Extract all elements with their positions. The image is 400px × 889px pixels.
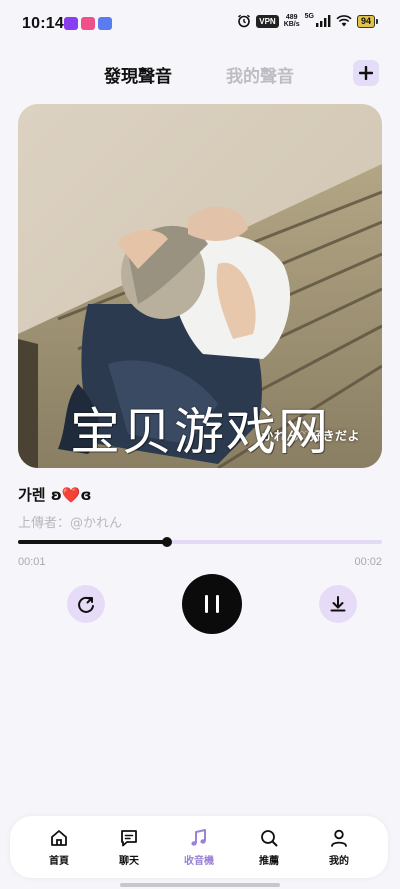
alarm-icon [238,14,251,28]
progress-bar[interactable] [18,537,382,547]
app-notification-icon [81,17,95,30]
track-title: 가렌 ʚ❤️ɞ [18,486,92,504]
replay-icon [78,596,94,613]
app-notification-icon [64,17,78,30]
replay-button[interactable] [67,585,105,623]
chat-icon [121,829,137,846]
download-icon [330,596,346,612]
uploader-label[interactable]: 上傳者：@かれん [18,512,122,531]
plus-icon [359,66,373,80]
total-time: 00:02 [354,556,382,568]
nav-label: 我的 [329,855,349,867]
app-notification-icon [98,17,112,30]
clock: 10:14 [22,15,64,32]
progress-thumb[interactable] [162,537,173,547]
status-bar: 10:14 VPN 489 KB/s 5G 94 [0,0,400,48]
nav-item-chat[interactable]: 聊天 [102,828,156,867]
pause-button[interactable] [182,574,242,634]
battery-indicator: 94 [356,14,378,28]
battery-cap [376,18,378,24]
network-speed-value: 489 [285,14,298,21]
home-icon [51,829,67,846]
search-icon [261,829,278,846]
nav-label: 首頁 [49,855,69,867]
nav-label: 推薦 [259,855,279,867]
wifi-icon [336,15,352,27]
home-indicator[interactable] [120,883,280,887]
user-icon [331,829,347,847]
cover-image: かれん♡好きだよ 宝贝游戏网 [18,104,382,468]
network-type: 5G [304,12,314,20]
current-time: 00:01 [18,556,46,568]
tab-my-sounds[interactable]: 我的聲音 [226,62,294,87]
watermark: 宝贝游戏网 [70,403,330,461]
nav-item-profile[interactable]: 我的 [312,828,366,867]
battery-level: 94 [356,14,375,28]
nav-item-radio[interactable]: 收音機 [172,828,226,867]
header: 發現聲音 我的聲音 [0,60,400,90]
tab-discover-sounds[interactable]: 發現聲音 [104,62,172,87]
nav-item-recommend[interactable]: 推薦 [242,828,296,867]
network-speed-unit: KB/s [283,21,300,28]
network-speed: 489 KB/s [284,14,300,28]
nav-item-home[interactable]: 首頁 [32,828,86,867]
nav-label: 聊天 [119,855,139,867]
vpn-badge: VPN [256,14,279,28]
progress-fill [18,540,168,544]
music-note-icon [191,828,206,846]
add-button[interactable] [353,60,379,86]
bottom-nav: 首頁 聊天 收音機 推薦 我的 [10,816,388,878]
download-button[interactable] [319,585,357,623]
pause-icon [205,595,219,613]
system-status: VPN 489 KB/s 5G 94 [237,12,378,28]
signal-icon [315,15,331,27]
nav-label: 收音機 [184,855,214,867]
notification-icons [64,17,112,30]
